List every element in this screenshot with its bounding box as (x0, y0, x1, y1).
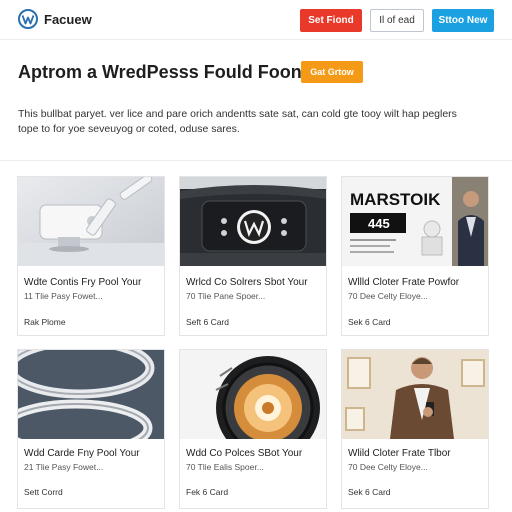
poster-title: MARSTOIK (350, 190, 441, 209)
card-title[interactable]: Wlild Cloter Frate Tlbor (348, 448, 486, 459)
card-link[interactable]: Sett Corrd (24, 487, 63, 497)
card-title[interactable]: Wdte Contis Fry Pool Your (24, 277, 162, 288)
article-card[interactable]: Wdd Carde Fny Pool Your 21 Tlie Pasy Fow… (17, 349, 165, 509)
brand[interactable]: Facuew (18, 9, 92, 29)
card-subtitle: 70 Tlie Pane Spoer... (186, 291, 266, 301)
card-thumbnail-robot-arm (18, 177, 164, 266)
article-card[interactable]: MARSTOIK 445 Wllld Cloter Frate Powfor 7… (341, 176, 489, 336)
card-link[interactable]: Fek 6 Card (186, 487, 228, 497)
card-link[interactable]: Rak Plome (24, 317, 66, 327)
card-subtitle: 70 Dee Celty Eloye... (348, 291, 428, 301)
hero-title: Aptrom a WredPesss Fould Foon? (18, 62, 313, 82)
card-subtitle: 21 Tlie Pasy Fowet... (24, 462, 104, 472)
card-title[interactable]: Wrlcd Co Solrers Sbot Your (186, 277, 324, 288)
article-card[interactable]: Wlild Cloter Frate Tlbor 70 Dee Celty El… (341, 349, 489, 509)
card-thumbnail-camera-lens (180, 350, 326, 439)
header-button-new[interactable]: Sttoo New (432, 9, 494, 32)
card-subtitle: 70 Dee Celty Eloye... (348, 462, 428, 472)
section-divider (0, 160, 512, 161)
poster-number: 445 (368, 216, 390, 231)
header-button-secondary[interactable]: Il of ead (370, 9, 424, 32)
card-thumbnail-poster: MARSTOIK 445 (342, 177, 488, 266)
hero-cta-button[interactable]: Gat Grtow (301, 61, 363, 83)
top-navigation-bar: Facuew Set Fiond Il of ead Sttoo New (0, 0, 512, 40)
card-thumbnail-man-phone (342, 350, 488, 439)
card-link[interactable]: Seft 6 Card (186, 317, 229, 327)
card-link[interactable]: Sek 6 Card (348, 487, 391, 497)
hero-description: This bullbat paryet. ver lice and pare o… (18, 108, 457, 135)
article-card[interactable]: Wdte Contis Fry Pool Your 11 Tlie Pasy F… (17, 176, 165, 336)
card-title[interactable]: Wdd Carde Fny Pool Your (24, 448, 162, 459)
card-title[interactable]: Wdd Co Polces SBot Your (186, 448, 324, 459)
article-card[interactable]: Wdd Co Polces SBot Your 70 Tlie Ealis Sp… (179, 349, 327, 509)
header-button-primary[interactable]: Set Fiond (300, 9, 362, 32)
card-thumbnail-car-dashboard (180, 177, 326, 266)
wordpress-logo-icon (18, 9, 38, 29)
card-subtitle: 70 Tlie Ealis Spoer... (186, 462, 264, 472)
article-card[interactable]: Wrlcd Co Solrers Sbot Your 70 Tlie Pane … (179, 176, 327, 336)
brand-name: Facuew (44, 11, 92, 27)
card-subtitle: 11 Tlie Pasy Fowet... (24, 291, 103, 301)
card-thumbnail-metal-rings (18, 350, 164, 439)
card-link[interactable]: Sek 6 Card (348, 317, 391, 327)
card-title[interactable]: Wllld Cloter Frate Powfor (348, 277, 486, 288)
